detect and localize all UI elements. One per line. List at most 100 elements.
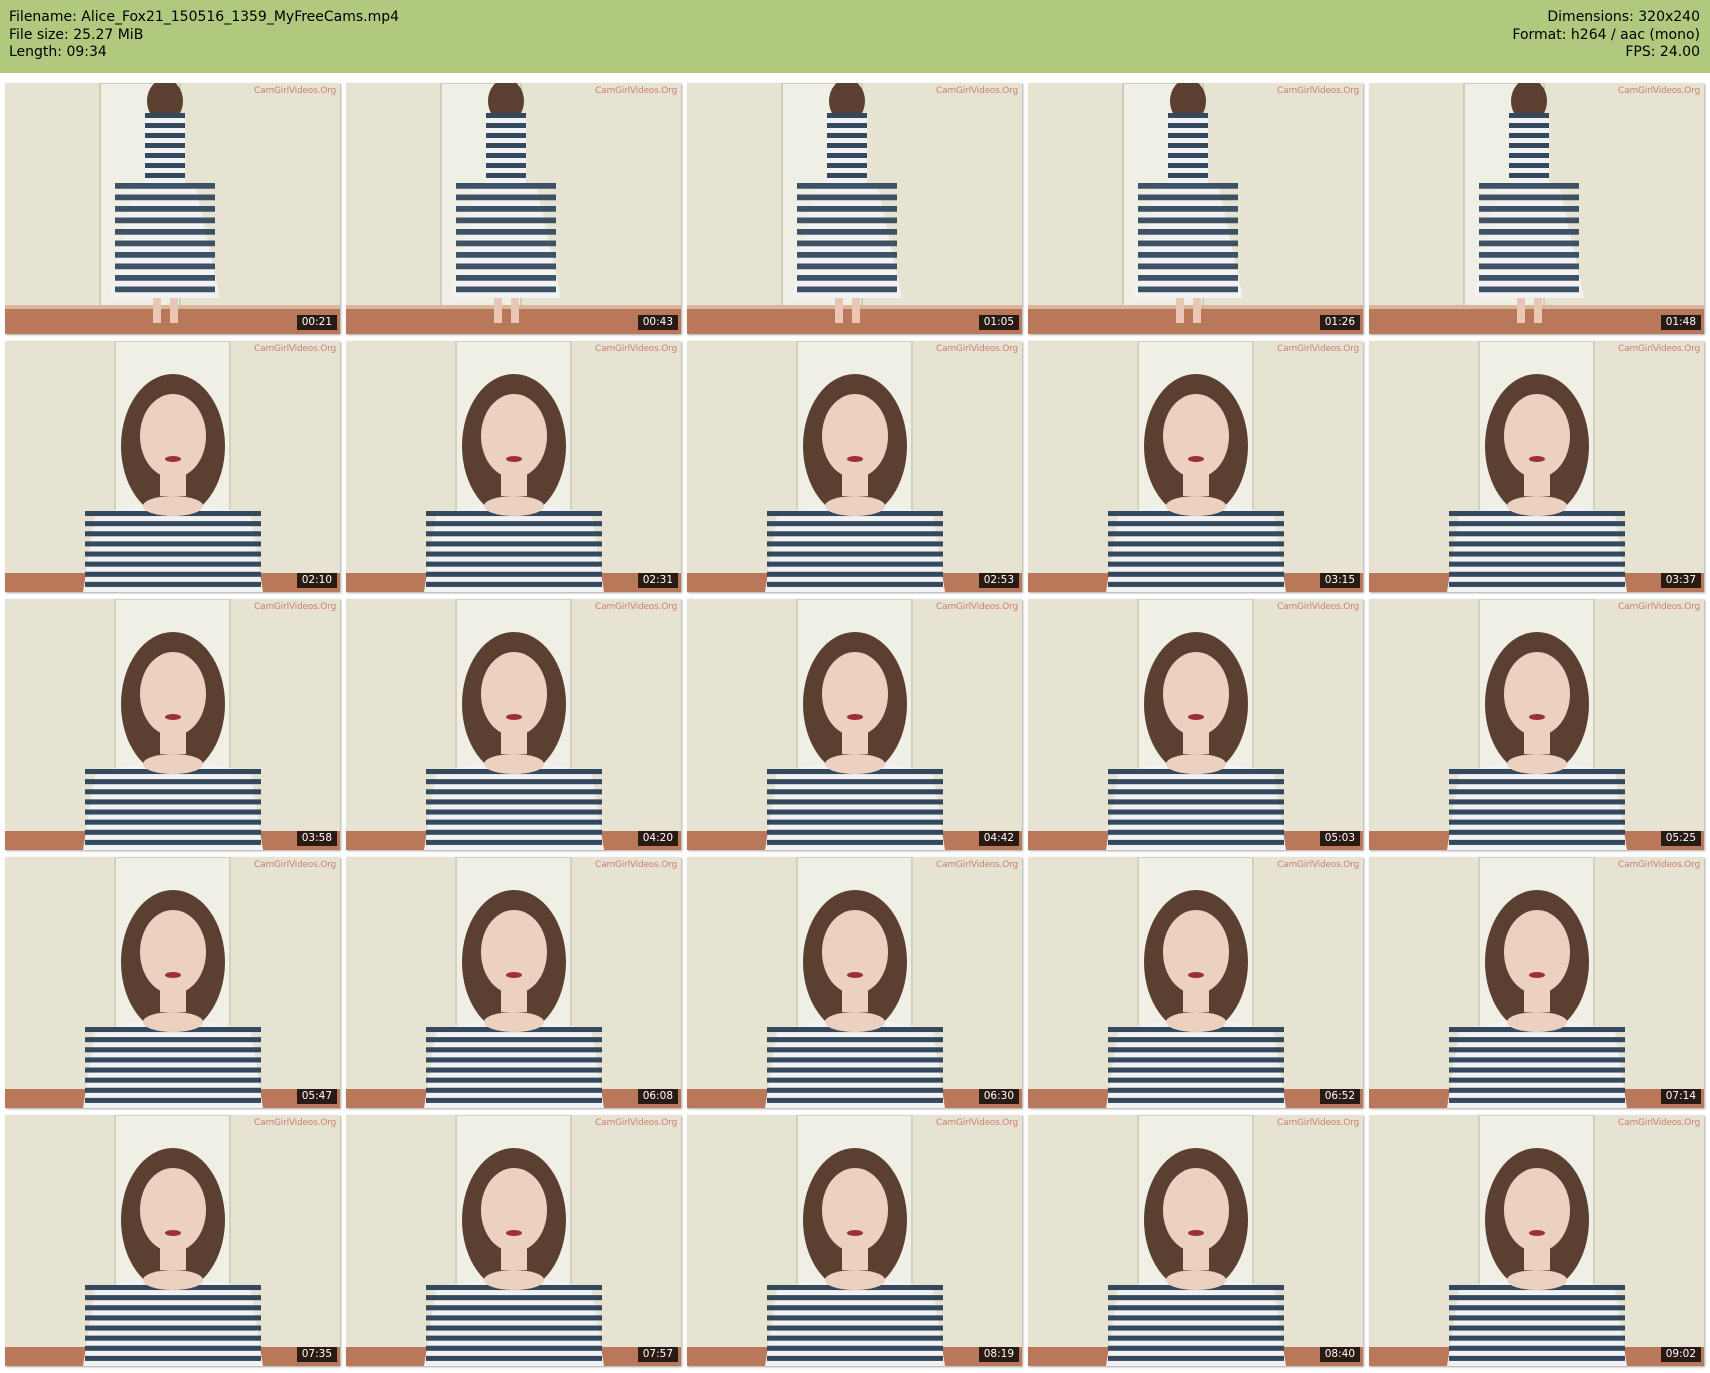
video-thumbnail: CamGirlVideos.Org 04:42 xyxy=(687,599,1022,850)
watermark-text: CamGirlVideos.Org xyxy=(254,602,336,612)
watermark-text: CamGirlVideos.Org xyxy=(1277,1118,1359,1128)
video-thumbnail: CamGirlVideos.Org 00:21 xyxy=(5,83,340,334)
file-info: Filename: Alice_Fox21_150516_1359_MyFree… xyxy=(9,9,399,62)
watermark-text: CamGirlVideos.Org xyxy=(595,344,677,354)
frame-image xyxy=(1028,83,1363,334)
watermark-text: CamGirlVideos.Org xyxy=(254,86,336,96)
frame-image xyxy=(1369,1115,1704,1366)
timestamp-label: 08:40 xyxy=(1319,1347,1360,1362)
timestamp-label: 07:57 xyxy=(637,1347,678,1362)
length-text: Length: 09:34 xyxy=(9,44,107,60)
timestamp-label: 05:03 xyxy=(1319,831,1360,846)
timestamp-label: 05:47 xyxy=(296,1089,337,1104)
video-thumbnail: CamGirlVideos.Org 02:10 xyxy=(5,341,340,592)
frame-image xyxy=(687,1115,1022,1366)
media-info: Dimensions: 320x240 Format: h264 / aac (… xyxy=(1512,9,1700,62)
frame-image xyxy=(5,1115,340,1366)
watermark-text: CamGirlVideos.Org xyxy=(595,602,677,612)
watermark-text: CamGirlVideos.Org xyxy=(936,860,1018,870)
frame-image xyxy=(346,83,681,334)
watermark-text: CamGirlVideos.Org xyxy=(1277,344,1359,354)
dimensions-text: Dimensions: 320x240 xyxy=(1547,9,1700,25)
frame-image xyxy=(346,857,681,1108)
watermark-text: CamGirlVideos.Org xyxy=(1277,602,1359,612)
timestamp-label: 02:31 xyxy=(637,573,678,588)
watermark-text: CamGirlVideos.Org xyxy=(936,1118,1018,1128)
video-thumbnail: CamGirlVideos.Org 05:47 xyxy=(5,857,340,1108)
frame-image xyxy=(1369,83,1704,334)
timestamp-label: 03:15 xyxy=(1319,573,1360,588)
frame-image xyxy=(5,83,340,334)
frame-image xyxy=(346,1115,681,1366)
video-thumbnail: CamGirlVideos.Org 01:26 xyxy=(1028,83,1363,334)
frame-image xyxy=(1369,341,1704,592)
timestamp-label: 02:53 xyxy=(978,573,1019,588)
timestamp-label: 06:30 xyxy=(978,1089,1019,1104)
video-thumbnail: CamGirlVideos.Org 05:25 xyxy=(1369,599,1704,850)
timestamp-label: 01:48 xyxy=(1660,315,1701,330)
watermark-text: CamGirlVideos.Org xyxy=(936,86,1018,96)
video-thumbnail: CamGirlVideos.Org 07:14 xyxy=(1369,857,1704,1108)
watermark-text: CamGirlVideos.Org xyxy=(1618,860,1700,870)
video-thumbnail: CamGirlVideos.Org 07:57 xyxy=(346,1115,681,1366)
timestamp-label: 03:37 xyxy=(1660,573,1701,588)
info-header: Filename: Alice_Fox21_150516_1359_MyFree… xyxy=(0,0,1710,73)
watermark-text: CamGirlVideos.Org xyxy=(936,344,1018,354)
video-thumbnail: CamGirlVideos.Org 09:02 xyxy=(1369,1115,1704,1366)
watermark-text: CamGirlVideos.Org xyxy=(595,1118,677,1128)
format-text: Format: h264 / aac (mono) xyxy=(1512,26,1700,43)
timestamp-label: 07:14 xyxy=(1660,1089,1701,1104)
timestamp-label: 05:25 xyxy=(1660,831,1701,846)
timestamp-label: 02:10 xyxy=(296,573,337,588)
timestamp-label: 09:02 xyxy=(1660,1347,1701,1362)
watermark-text: CamGirlVideos.Org xyxy=(595,860,677,870)
frame-image xyxy=(1028,341,1363,592)
video-thumbnail: CamGirlVideos.Org 03:58 xyxy=(5,599,340,850)
video-thumbnail: CamGirlVideos.Org 01:48 xyxy=(1369,83,1704,334)
timestamp-label: 07:35 xyxy=(296,1347,337,1362)
video-thumbnail: CamGirlVideos.Org 04:20 xyxy=(346,599,681,850)
video-thumbnail: CamGirlVideos.Org 06:30 xyxy=(687,857,1022,1108)
frame-image xyxy=(1028,1115,1363,1366)
watermark-text: CamGirlVideos.Org xyxy=(595,86,677,96)
video-thumbnail: CamGirlVideos.Org 05:03 xyxy=(1028,599,1363,850)
timestamp-label: 04:20 xyxy=(637,831,678,846)
frame-image xyxy=(5,599,340,850)
frame-image xyxy=(687,857,1022,1108)
frame-image xyxy=(346,599,681,850)
watermark-text: CamGirlVideos.Org xyxy=(254,1118,336,1128)
video-thumbnail: CamGirlVideos.Org 06:52 xyxy=(1028,857,1363,1108)
thumbnail-grid: CamGirlVideos.Org 00:21 CamGirlVideos.Org… xyxy=(5,83,1704,1366)
video-thumbnail: CamGirlVideos.Org 06:08 xyxy=(346,857,681,1108)
frame-image xyxy=(1028,599,1363,850)
watermark-text: CamGirlVideos.Org xyxy=(936,602,1018,612)
video-thumbnail: CamGirlVideos.Org 07:35 xyxy=(5,1115,340,1366)
fps-text: FPS: 24.00 xyxy=(1625,44,1700,60)
video-thumbnail: CamGirlVideos.Org 02:31 xyxy=(346,341,681,592)
timestamp-label: 08:19 xyxy=(978,1347,1019,1362)
frame-image xyxy=(687,599,1022,850)
watermark-text: CamGirlVideos.Org xyxy=(1618,86,1700,96)
watermark-text: CamGirlVideos.Org xyxy=(1277,86,1359,96)
video-thumbnail: CamGirlVideos.Org 03:37 xyxy=(1369,341,1704,592)
timestamp-label: 01:05 xyxy=(978,315,1019,330)
file-size-text: File size: 25.27 MiB xyxy=(9,26,144,43)
video-thumbnail: CamGirlVideos.Org 02:53 xyxy=(687,341,1022,592)
timestamp-label: 04:42 xyxy=(978,831,1019,846)
frame-image xyxy=(5,857,340,1108)
frame-image xyxy=(687,341,1022,592)
watermark-text: CamGirlVideos.Org xyxy=(1618,1118,1700,1128)
watermark-text: CamGirlVideos.Org xyxy=(1618,602,1700,612)
timestamp-label: 00:21 xyxy=(296,315,337,330)
video-thumbnail: CamGirlVideos.Org 08:19 xyxy=(687,1115,1022,1366)
video-thumbnail: CamGirlVideos.Org 00:43 xyxy=(346,83,681,334)
filename-text: Filename: Alice_Fox21_150516_1359_MyFree… xyxy=(9,9,400,25)
video-thumbnail: CamGirlVideos.Org 03:15 xyxy=(1028,341,1363,592)
watermark-text: CamGirlVideos.Org xyxy=(1618,344,1700,354)
watermark-text: CamGirlVideos.Org xyxy=(254,344,336,354)
timestamp-label: 01:26 xyxy=(1319,315,1360,330)
timestamp-label: 00:43 xyxy=(637,315,678,330)
video-thumbnail: CamGirlVideos.Org 01:05 xyxy=(687,83,1022,334)
frame-image xyxy=(346,341,681,592)
watermark-text: CamGirlVideos.Org xyxy=(254,860,336,870)
